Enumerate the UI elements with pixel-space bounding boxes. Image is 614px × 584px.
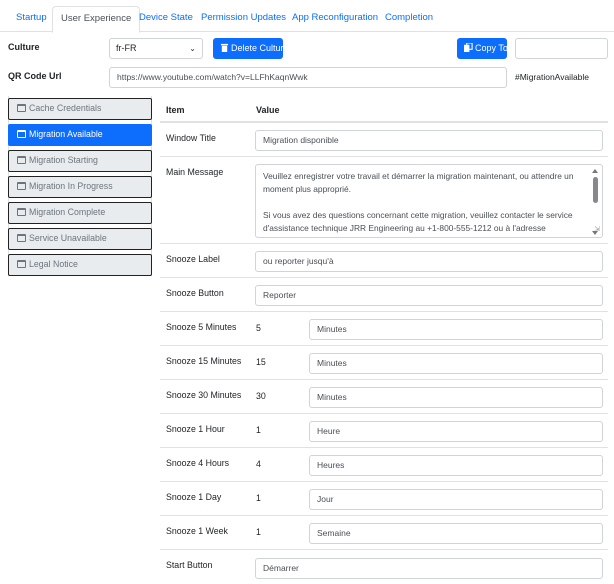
- row-label: Window Title: [166, 133, 216, 143]
- delete-culture-button[interactable]: Delete Culture: [213, 38, 289, 59]
- tab-device-state[interactable]: Device State: [131, 6, 201, 32]
- copy-to-button[interactable]: Copy To: [457, 38, 508, 59]
- start-button-input[interactable]: Démarrer: [255, 558, 603, 579]
- row-label: Snooze 1 Day: [166, 492, 222, 502]
- sidebar-item-legal-notice[interactable]: Legal Notice: [8, 254, 152, 276]
- delete-culture-label: Delete Culture: [231, 43, 289, 53]
- tab-completion[interactable]: Completion: [377, 6, 441, 32]
- sidebar-item-label: Migration Complete: [29, 207, 106, 217]
- row-label: Snooze 1 Hour: [166, 424, 225, 434]
- window-icon: [17, 104, 26, 112]
- row-label: Snooze 4 Hours: [166, 458, 230, 468]
- snooze-amount: 15: [256, 357, 266, 367]
- resize-grip-icon[interactable]: ⇲: [594, 223, 600, 236]
- snooze-button-input[interactable]: Reporter: [255, 285, 603, 306]
- tab-user-experience[interactable]: User Experience: [52, 6, 141, 33]
- snooze-label-input[interactable]: ou reporter jusqu'à: [255, 251, 603, 272]
- snooze-amount: 1: [256, 527, 261, 537]
- tab-app-reconfiguration[interactable]: App Reconfiguration: [284, 6, 386, 32]
- scrollbar-thumb[interactable]: [593, 177, 598, 203]
- culture-label: Culture: [8, 42, 40, 52]
- chevron-down-icon: ⌄: [189, 44, 196, 53]
- sidebar-item-migration-complete[interactable]: Migration Complete: [8, 202, 152, 224]
- row-label: Snooze 30 Minutes: [166, 390, 242, 400]
- window-title-input[interactable]: Migration disponible: [255, 130, 603, 151]
- column-header-item: Item: [166, 105, 185, 115]
- snooze-amount: 1: [256, 493, 261, 503]
- row-label: Main Message: [166, 167, 224, 177]
- sidebar-item-label: Cache Credentials: [29, 103, 102, 113]
- snooze-amount: 5: [256, 323, 261, 333]
- snooze-amount: 4: [256, 459, 261, 469]
- snooze-unit-input[interactable]: Semaine: [309, 523, 603, 544]
- qr-code-url-label: QR Code Url: [8, 71, 62, 81]
- snooze-amount: 30: [256, 391, 266, 401]
- tab-bar: Startup User Experience Device State Per…: [0, 0, 614, 33]
- snooze-unit-input[interactable]: Heure: [309, 421, 603, 442]
- sidebar-item-migration-starting[interactable]: Migration Starting: [8, 150, 152, 172]
- culture-select[interactable]: fr-FR ⌄: [109, 38, 203, 59]
- column-header-value: Value: [256, 105, 280, 115]
- window-icon: [17, 156, 26, 164]
- snooze-amount: 1: [256, 425, 261, 435]
- copy-target-input[interactable]: [515, 38, 608, 59]
- window-icon: [17, 130, 26, 138]
- copy-to-label: Copy To: [475, 43, 508, 53]
- culture-selected-value: fr-FR: [116, 43, 137, 53]
- qr-code-url-input[interactable]: https://www.youtube.com/watch?v=LLFhKaqn…: [109, 67, 507, 88]
- sidebar-item-label: Migration Starting: [29, 155, 98, 165]
- row-label: Snooze 15 Minutes: [166, 356, 242, 366]
- trash-icon: [220, 43, 229, 52]
- qr-hashtag: #MigrationAvailable: [515, 72, 590, 82]
- row-label: Start Button: [166, 560, 213, 570]
- sidebar-item-migration-in-progress[interactable]: Migration In Progress: [8, 176, 152, 198]
- window-icon: [17, 208, 26, 216]
- main-message-textarea[interactable]: Veuillez enregistrer votre travail et dé…: [255, 164, 603, 238]
- sidebar-item-label: Migration Available: [29, 129, 103, 139]
- tab-startup[interactable]: Startup: [8, 6, 55, 32]
- snooze-unit-input[interactable]: Jour: [309, 489, 603, 510]
- sidebar-item-label: Legal Notice: [29, 259, 78, 269]
- sidebar-item-migration-available[interactable]: Migration Available: [8, 124, 152, 146]
- snooze-unit-input[interactable]: Minutes: [309, 387, 603, 408]
- main-message-paragraph: Veuillez enregistrer votre travail et dé…: [263, 171, 574, 194]
- snooze-unit-input[interactable]: Minutes: [309, 353, 603, 374]
- row-label: Snooze Button: [166, 288, 224, 298]
- scroll-up-icon[interactable]: [592, 169, 598, 173]
- row-label: Snooze Label: [166, 254, 220, 264]
- copy-icon: [464, 43, 473, 52]
- main-message-paragraph: Si vous avez des questions concernant ce…: [263, 210, 573, 233]
- tab-permission-updates[interactable]: Permission Updates: [193, 6, 294, 32]
- snooze-unit-input[interactable]: Heures: [309, 455, 603, 476]
- sidebar-item-cache-credentials[interactable]: Cache Credentials: [8, 98, 152, 120]
- table-header: Item Value: [160, 97, 608, 123]
- sidebar-item-label: Service Unavailable: [29, 233, 107, 243]
- row-label: Snooze 1 Week: [166, 526, 228, 536]
- row-label: Snooze 5 Minutes: [166, 322, 237, 332]
- window-icon: [17, 234, 26, 242]
- window-icon: [17, 182, 26, 190]
- sidebar-item-service-unavailable[interactable]: Service Unavailable: [8, 228, 152, 250]
- snooze-unit-input[interactable]: Minutes: [309, 319, 603, 340]
- sidebar-item-label: Migration In Progress: [29, 181, 113, 191]
- window-icon: [17, 260, 26, 268]
